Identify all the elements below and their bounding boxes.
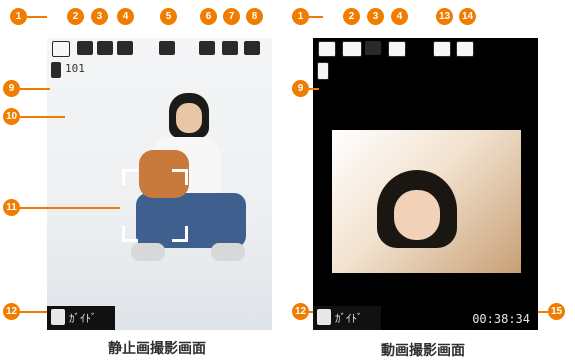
phone-memory-icon: [51, 62, 61, 78]
self-timer-icon: [199, 41, 215, 55]
callout-9-left: 9: [3, 80, 20, 97]
callout-6: 6: [200, 8, 217, 25]
callout-line-12-left: [20, 311, 47, 313]
callout-13: 13: [436, 8, 453, 25]
callout-line-12-right: [309, 311, 313, 313]
callout-15: 15: [548, 303, 565, 320]
quality-icon: [365, 41, 381, 55]
phone-memory-icon: [317, 62, 329, 80]
callout-2-right: 2: [343, 8, 360, 25]
camera-icon: [52, 41, 70, 57]
callout-2-left: 2: [67, 8, 84, 25]
callout-7: 7: [223, 8, 240, 25]
shots-remaining: 101: [65, 62, 85, 75]
callout-12-right: 12: [292, 303, 309, 320]
hand-shake-icon: [159, 41, 175, 55]
callout-1-right: 1: [292, 8, 309, 25]
guide-key-icon: [317, 309, 331, 325]
callout-4-right: 4: [391, 8, 408, 25]
callout-line-10: [20, 116, 65, 118]
callout-14: 14: [459, 8, 476, 25]
still-capture-screen: 101 ｶﾞｲﾄﾞ: [47, 38, 272, 330]
guide-button[interactable]: ｶﾞｲﾄﾞ: [313, 306, 381, 330]
callout-line-1-left: [27, 16, 47, 18]
callout-10: 10: [3, 108, 20, 125]
auto-icon: [388, 41, 406, 57]
callout-4-left: 4: [117, 8, 134, 25]
recording-mode-icon: [456, 41, 474, 57]
still-caption: 静止画撮影画面: [108, 341, 206, 357]
guide-button[interactable]: ｶﾞｲﾄﾞ: [47, 306, 115, 330]
video-preview: [332, 130, 521, 273]
callout-line-11: [20, 207, 120, 209]
callout-line-1-right: [309, 16, 323, 18]
mic-icon: [433, 41, 451, 57]
quality-icon: [97, 41, 113, 55]
video-size-icon: [342, 41, 362, 57]
guide-label: ｶﾞｲﾄﾞ: [335, 312, 363, 325]
callout-3-right: 3: [367, 8, 384, 25]
image-size-icon: [77, 41, 93, 55]
auto-icon: [117, 41, 133, 55]
video-mode-icon: [318, 41, 336, 57]
callout-11: 11: [3, 199, 20, 216]
callout-8: 8: [246, 8, 263, 25]
ev-icon: [244, 41, 260, 55]
guide-key-icon: [51, 309, 65, 325]
callout-1-left: 1: [10, 8, 27, 25]
video-status-bar: [313, 38, 538, 60]
focus-frame: [122, 169, 188, 242]
video-caption: 動画撮影画面: [381, 343, 465, 359]
guide-label: ｶﾞｲﾄﾞ: [69, 312, 97, 325]
callout-9-right: 9: [292, 80, 309, 97]
mute-icon: [222, 41, 238, 55]
video-capture-screen: ｶﾞｲﾄﾞ 00:38:34: [313, 38, 538, 330]
remaining-time: 00:38:34: [472, 312, 530, 326]
callout-line-9-left: [20, 88, 50, 90]
callout-5: 5: [160, 8, 177, 25]
callout-line-9-right: [309, 88, 319, 90]
callout-3-left: 3: [91, 8, 108, 25]
callout-12-left: 12: [3, 303, 20, 320]
callout-line-15: [538, 311, 548, 313]
still-status-bar: [47, 38, 272, 60]
